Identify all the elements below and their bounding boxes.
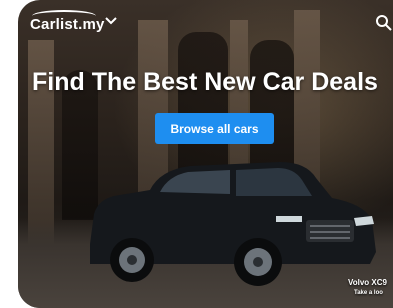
chevron-down-icon[interactable]	[102, 12, 120, 30]
hero-headline: Find The Best New Car Deals	[32, 68, 378, 96]
search-icon[interactable]	[375, 14, 393, 32]
suv-image	[90, 162, 376, 286]
car-caption-subtitle: Take a loo	[354, 290, 383, 296]
browse-all-cars-button[interactable]: Browse all cars	[155, 113, 274, 144]
car-caption-title: Volvo XC9	[348, 278, 387, 287]
site-logo[interactable]: Carlist.my	[30, 16, 105, 33]
hero-banner[interactable]: Carlist.my Find The Best New Car Deals B…	[18, 0, 393, 308]
